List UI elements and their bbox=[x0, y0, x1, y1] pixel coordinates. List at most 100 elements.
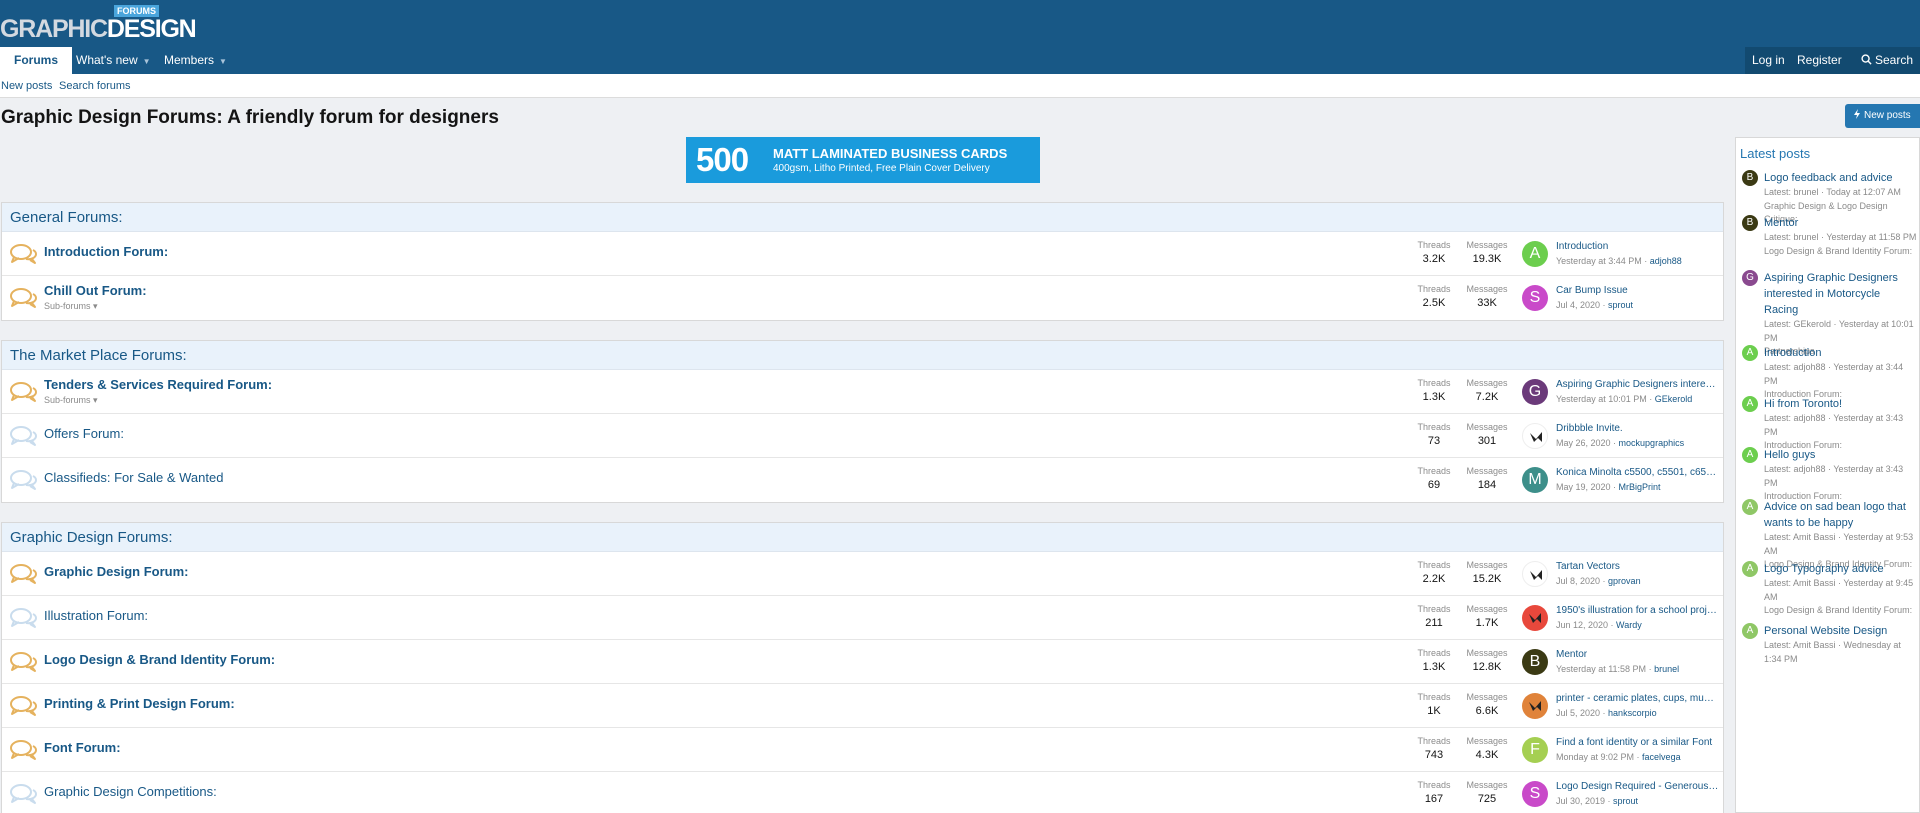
category-title[interactable]: Graphic Design Forums: bbox=[2, 523, 1723, 552]
latest-post-title-link[interactable]: Logo feedback and advice bbox=[1764, 170, 1917, 186]
latest-user-link[interactable]: adjoh88 bbox=[1650, 256, 1682, 266]
latest-thread-link[interactable]: Konica Minolta c5500, c5501, c65… bbox=[1556, 467, 1721, 478]
user-avatar[interactable] bbox=[1522, 561, 1548, 587]
user-avatar[interactable] bbox=[1522, 693, 1548, 719]
user-avatar[interactable]: S bbox=[1522, 781, 1548, 807]
latest-thread-link[interactable]: Mentor bbox=[1556, 649, 1721, 660]
login-link[interactable]: Log in bbox=[1752, 47, 1785, 74]
latest-user-link[interactable]: sprout bbox=[1608, 300, 1633, 310]
latest-user-link[interactable]: hankscorpio bbox=[1608, 708, 1657, 718]
forum-title-link[interactable]: Classifieds: For Sale & Wanted bbox=[44, 470, 223, 485]
latest-post-title-link[interactable]: Mentor bbox=[1764, 215, 1917, 231]
latest-post-title-link[interactable]: Advice on sad bean logo that wants to be… bbox=[1764, 499, 1917, 531]
latest-thread-link[interactable]: 1950's illustration for a school proj… bbox=[1556, 605, 1721, 616]
user-avatar[interactable]: A bbox=[1742, 396, 1758, 412]
latest-post-title-link[interactable]: Logo Typography advice bbox=[1764, 561, 1917, 577]
latest-post-title-link[interactable]: Hi from Toronto! bbox=[1764, 396, 1917, 412]
latest-user-link[interactable]: MrBigPrint bbox=[1619, 482, 1661, 492]
user-avatar[interactable]: A bbox=[1742, 447, 1758, 463]
user-avatar[interactable]: A bbox=[1742, 345, 1758, 361]
tab-whats-new[interactable]: What's new ▼ bbox=[76, 47, 151, 74]
category-title[interactable]: The Market Place Forums: bbox=[2, 341, 1723, 370]
messages-label: Messages bbox=[1466, 780, 1508, 790]
forum-title-link[interactable]: Graphic Design Forum: bbox=[44, 564, 188, 579]
site-logo[interactable]: GRAPHICDESIGN FORUMS bbox=[0, 4, 197, 44]
threads-label: Threads bbox=[1417, 604, 1451, 614]
latest-post-forum-link[interactable]: Logo Design & Brand Identity Forum: bbox=[1764, 245, 1917, 259]
user-avatar[interactable]: B bbox=[1742, 170, 1758, 186]
user-avatar[interactable] bbox=[1522, 605, 1548, 631]
latest-post-title-link[interactable]: Personal Website Design bbox=[1764, 623, 1917, 639]
latest-date[interactable]: Yesterday at 11:58 PM bbox=[1556, 664, 1646, 674]
user-avatar[interactable]: A bbox=[1742, 499, 1758, 515]
nav-user-area: Log in Register Search bbox=[1745, 47, 1920, 74]
meta-separator: · bbox=[1600, 708, 1609, 718]
latest-thread-link[interactable]: Car Bump Issue bbox=[1556, 285, 1721, 296]
register-link[interactable]: Register bbox=[1797, 47, 1842, 74]
user-avatar[interactable]: A bbox=[1742, 561, 1758, 577]
latest-thread-link[interactable]: Aspiring Graphic Designers intere… bbox=[1556, 379, 1721, 390]
user-avatar[interactable]: A bbox=[1522, 241, 1548, 267]
latest-post-forum-link[interactable]: Logo Design & Brand Identity Forum: bbox=[1764, 604, 1917, 618]
latest-post-title-link[interactable]: Hello guys bbox=[1764, 447, 1917, 463]
user-avatar[interactable]: G bbox=[1522, 379, 1548, 405]
chevron-down-icon[interactable]: ▼ bbox=[143, 57, 151, 66]
latest-date[interactable]: Jun 12, 2020 bbox=[1556, 620, 1608, 630]
user-avatar[interactable]: F bbox=[1522, 737, 1548, 763]
user-avatar[interactable] bbox=[1522, 423, 1548, 449]
latest-user-link[interactable]: Wardy bbox=[1616, 620, 1642, 630]
latest-thread-link[interactable]: Logo Design Required - Generous… bbox=[1556, 781, 1721, 792]
latest-post: Introduction Yesterday at 3:44 PM · adjoh… bbox=[1556, 241, 1721, 266]
subforums-toggle[interactable]: Sub-forums ▾ bbox=[44, 395, 98, 406]
forum-title-link[interactable]: Printing & Print Design Forum: bbox=[44, 696, 235, 711]
latest-thread-link[interactable]: printer - ceramic plates, cups, mu… bbox=[1556, 693, 1721, 704]
latest-post-title-link[interactable]: Aspiring Graphic Designers interested in… bbox=[1764, 270, 1917, 318]
search-forums-link[interactable]: Search forums bbox=[59, 80, 131, 92]
latest-user-link[interactable]: facelvega bbox=[1642, 752, 1681, 762]
search-button[interactable]: Search bbox=[1861, 47, 1913, 74]
user-avatar[interactable]: A bbox=[1742, 623, 1758, 639]
forum-title-link[interactable]: Tenders & Services Required Forum: bbox=[44, 377, 272, 392]
latest-thread-link[interactable]: Find a font identity or a similar Font bbox=[1556, 737, 1721, 748]
forum-title-link[interactable]: Illustration Forum: bbox=[44, 608, 148, 623]
latest-date[interactable]: Yesterday at 3:44 PM bbox=[1556, 256, 1642, 266]
latest-user-link[interactable]: GEkerold bbox=[1655, 394, 1693, 404]
latest-user-link[interactable]: gprovan bbox=[1608, 576, 1641, 586]
tab-forums[interactable]: Forums bbox=[0, 47, 73, 74]
new-posts-link[interactable]: New posts bbox=[1, 80, 52, 92]
chevron-down-icon[interactable]: ▼ bbox=[219, 57, 227, 66]
tab-members[interactable]: Members ▼ bbox=[164, 47, 227, 74]
latest-date[interactable]: May 19, 2020 bbox=[1556, 482, 1611, 492]
forum-title-link[interactable]: Chill Out Forum: bbox=[44, 283, 147, 298]
latest-date[interactable]: Jul 4, 2020 bbox=[1556, 300, 1600, 310]
subforums-toggle[interactable]: Sub-forums ▾ bbox=[44, 301, 98, 312]
latest-date[interactable]: May 26, 2020 bbox=[1556, 438, 1611, 448]
user-avatar[interactable]: B bbox=[1742, 215, 1758, 231]
user-avatar[interactable]: B bbox=[1522, 649, 1548, 675]
forum-title-link[interactable]: Font Forum: bbox=[44, 740, 121, 755]
latest-meta: Yesterday at 10:01 PM · GEkerold bbox=[1556, 394, 1721, 404]
forum-title-link[interactable]: Introduction Forum: bbox=[44, 244, 168, 259]
latest-thread-link[interactable]: Introduction bbox=[1556, 241, 1721, 252]
latest-post-title-link[interactable]: Introduction bbox=[1764, 345, 1917, 361]
latest-date[interactable]: Jul 30, 2019 bbox=[1556, 796, 1605, 806]
new-posts-button[interactable]: New posts bbox=[1845, 104, 1920, 128]
category-title[interactable]: General Forums: bbox=[2, 203, 1723, 232]
messages-count: 1.7K bbox=[1475, 617, 1499, 629]
forum-title-link[interactable]: Logo Design & Brand Identity Forum: bbox=[44, 652, 275, 667]
latest-date[interactable]: Monday at 9:02 PM bbox=[1556, 752, 1634, 762]
latest-user-link[interactable]: sprout bbox=[1613, 796, 1638, 806]
latest-thread-link[interactable]: Tartan Vectors bbox=[1556, 561, 1721, 572]
latest-date[interactable]: Yesterday at 10:01 PM bbox=[1556, 394, 1647, 404]
forum-title-link[interactable]: Offers Forum: bbox=[44, 426, 124, 441]
ad-banner[interactable]: 500 MATT LAMINATED BUSINESS CARDS 400gsm… bbox=[686, 137, 1040, 183]
latest-thread-link[interactable]: Dribbble Invite. bbox=[1556, 423, 1721, 434]
latest-date[interactable]: Jul 5, 2020 bbox=[1556, 708, 1600, 718]
forum-title-link[interactable]: Graphic Design Competitions: bbox=[44, 784, 217, 799]
latest-user-link[interactable]: mockupgraphics bbox=[1619, 438, 1685, 448]
user-avatar[interactable]: S bbox=[1522, 285, 1548, 311]
latest-user-link[interactable]: brunel bbox=[1654, 664, 1679, 674]
user-avatar[interactable]: G bbox=[1742, 270, 1758, 286]
latest-date[interactable]: Jul 8, 2020 bbox=[1556, 576, 1600, 586]
user-avatar[interactable]: M bbox=[1522, 467, 1548, 493]
